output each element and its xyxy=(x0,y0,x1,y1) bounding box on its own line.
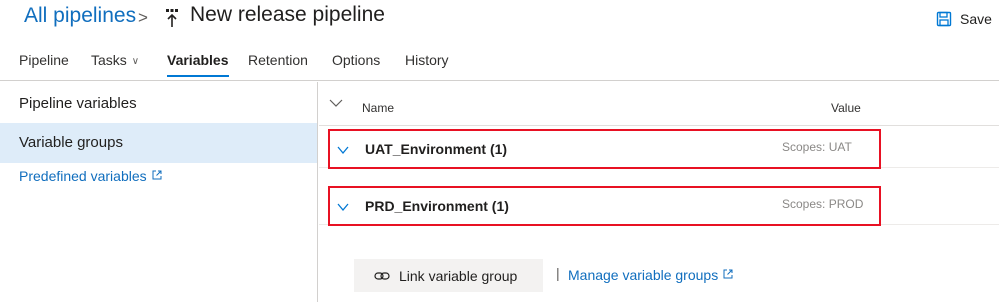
link-variable-group-label: Link variable group xyxy=(399,267,518,284)
release-pipeline-icon xyxy=(166,9,178,27)
link-variable-group-button[interactable]: Link variable group xyxy=(354,259,543,292)
predefined-variables-label: Predefined variables xyxy=(19,168,147,184)
sidebar-item-pipeline-variables[interactable]: Pipeline variables xyxy=(0,84,317,124)
link-chain-icon xyxy=(374,271,390,280)
breadcrumb-all-pipelines[interactable]: All pipelines xyxy=(24,4,136,28)
column-header-name: Name xyxy=(362,101,395,115)
chevron-down-icon[interactable] xyxy=(337,203,349,211)
collapse-all-chevron-icon[interactable] xyxy=(329,98,343,108)
tab-history[interactable]: History xyxy=(405,52,449,68)
variables-sidebar: Pipeline variables Variable groups Prede… xyxy=(0,82,318,302)
tab-pipeline[interactable]: Pipeline xyxy=(19,52,69,68)
predefined-variables-link[interactable]: Predefined variables xyxy=(19,168,162,184)
variable-group-row: PRD_Environment (1) Scopes: PROD xyxy=(319,183,999,226)
tab-retention-label: Retention xyxy=(248,52,308,68)
tab-variables[interactable]: Variables xyxy=(167,52,229,77)
save-button[interactable]: Save xyxy=(936,8,992,30)
manage-variable-groups-link[interactable]: Manage variable groups xyxy=(568,267,733,283)
page-header: All pipelines > New release pipeline Sav… xyxy=(0,0,999,40)
tab-tasks[interactable]: Tasks ∨ xyxy=(91,52,139,68)
variable-group-row: UAT_Environment (1) Scopes: UAT xyxy=(319,126,999,169)
chevron-down-icon: ∨ xyxy=(131,56,140,67)
variable-group-name: PRD_Environment (1) xyxy=(365,198,509,214)
variable-group-uat[interactable]: UAT_Environment (1) Scopes: UAT xyxy=(328,129,881,169)
action-divider: | xyxy=(556,265,560,281)
tab-bar: Pipeline Tasks ∨ Variables Retention Opti… xyxy=(0,44,999,81)
external-link-icon xyxy=(723,269,733,279)
tab-retention[interactable]: Retention xyxy=(248,52,308,68)
variable-group-scope: Scopes: PROD xyxy=(782,197,864,211)
tab-options-label: Options xyxy=(332,52,381,68)
table-header: Name Value xyxy=(319,96,999,116)
tab-variables-label: Variables xyxy=(167,52,229,68)
variable-group-scope: Scopes: UAT xyxy=(782,140,852,154)
tab-tasks-label: Tasks xyxy=(91,52,127,68)
chevron-down-icon[interactable] xyxy=(337,146,349,154)
variable-groups-panel: Name Value UAT_Environment (1) Scopes: U… xyxy=(319,82,999,302)
sidebar-item-variable-groups[interactable]: Variable groups xyxy=(0,123,317,163)
external-link-icon xyxy=(152,170,162,180)
breadcrumb-separator: > xyxy=(138,8,148,27)
column-header-value: Value xyxy=(831,101,861,115)
tab-pipeline-label: Pipeline xyxy=(19,52,69,68)
save-label: Save xyxy=(960,11,992,27)
manage-variable-groups-label: Manage variable groups xyxy=(568,267,719,283)
tab-options[interactable]: Options xyxy=(332,52,380,68)
variable-group-prd[interactable]: PRD_Environment (1) Scopes: PROD xyxy=(328,186,881,226)
save-icon xyxy=(936,11,952,27)
tab-history-label: History xyxy=(405,52,449,68)
page-title: New release pipeline xyxy=(190,3,385,26)
variable-group-name: UAT_Environment (1) xyxy=(365,141,508,157)
